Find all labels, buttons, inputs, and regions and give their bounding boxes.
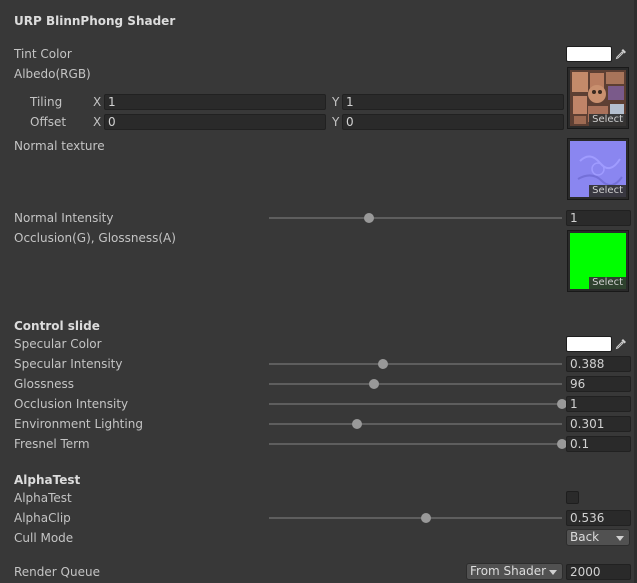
occlusion-label: Occlusion(G), Glossness(A) (14, 231, 176, 245)
chevron-down-icon (549, 570, 557, 575)
fresnel-term-label: Fresnel Term (14, 437, 90, 451)
alphatest-checkbox[interactable] (566, 491, 579, 504)
environment-lighting-input[interactable]: 0.301 (566, 416, 631, 432)
alphaclip-label: AlphaClip (14, 511, 71, 525)
render-queue-dropdown[interactable]: From Shader (466, 563, 563, 580)
environment-lighting-label: Environment Lighting (14, 417, 143, 431)
tint-color-swatch[interactable] (566, 46, 612, 62)
environment-lighting-slider-track[interactable] (269, 423, 562, 425)
albedo-label: Albedo(RGB) (14, 67, 91, 81)
specular-intensity-slider-track[interactable] (269, 363, 562, 365)
tiling-y-label: Y (332, 95, 340, 109)
alphaclip-slider-track[interactable] (269, 517, 562, 519)
render-queue-dropdown-value: From Shader (470, 564, 547, 578)
render-queue-input[interactable]: 2000 (566, 564, 631, 580)
cull-mode-dropdown[interactable]: Back (566, 529, 630, 546)
glossness-input[interactable]: 96 (566, 376, 631, 392)
tiling-y-input[interactable]: 1 (342, 94, 564, 110)
occlusion-intensity-input[interactable]: 1 (566, 396, 631, 412)
specular-intensity-input[interactable]: 0.388 (566, 356, 631, 372)
alphaclip-input[interactable]: 0.536 (566, 510, 631, 526)
alphatest-label: AlphaTest (14, 491, 72, 505)
eyedropper-icon[interactable] (612, 46, 630, 62)
glossness-slider-thumb[interactable] (369, 379, 380, 389)
tiling-x-label: X (93, 95, 102, 109)
tiling-label: Tiling (30, 95, 63, 109)
fresnel-term-slider-track[interactable] (269, 443, 562, 445)
environment-lighting-slider-thumb[interactable] (352, 419, 363, 429)
albedo-select-button[interactable]: Select (589, 114, 626, 126)
cull-mode-label: Cull Mode (14, 531, 74, 545)
page-title: URP BlinnPhong Shader (14, 14, 176, 28)
fresnel-term-input[interactable]: 0.1 (566, 436, 631, 452)
normal-intensity-slider-thumb[interactable] (363, 213, 374, 223)
albedo-texture-slot[interactable]: Select (567, 67, 629, 129)
tint-color-label: Tint Color (14, 47, 72, 61)
offset-y-label: Y (332, 115, 340, 129)
cull-mode-value: Back (570, 530, 600, 544)
occlusion-texture-slot[interactable]: Select (567, 230, 629, 292)
normal-texture-slot[interactable]: Select (567, 138, 629, 200)
alphatest-header: AlphaTest (14, 473, 81, 487)
occlusion-intensity-slider-track[interactable] (269, 403, 562, 405)
specular-intensity-label: Specular Intensity (14, 357, 123, 371)
occlusion-intensity-label: Occlusion Intensity (14, 397, 129, 411)
offset-x-label: X (93, 115, 102, 129)
specular-color-label: Specular Color (14, 337, 102, 351)
alphaclip-slider-thumb[interactable] (421, 513, 432, 523)
offset-x-input[interactable]: 0 (104, 114, 326, 130)
normal-texture-label: Normal texture (14, 139, 105, 153)
glossness-slider-track[interactable] (269, 383, 562, 385)
control-slide-header: Control slide (14, 319, 100, 333)
offset-label: Offset (30, 115, 67, 129)
glossness-label: Glossness (14, 377, 74, 391)
normal-select-button[interactable]: Select (589, 185, 626, 197)
offset-y-input[interactable]: 0 (342, 114, 564, 130)
tiling-x-input[interactable]: 1 (104, 94, 326, 110)
normal-intensity-input[interactable]: 1 (566, 210, 631, 226)
normal-intensity-label: Normal Intensity (14, 211, 114, 225)
occlusion-select-button[interactable]: Select (589, 277, 626, 289)
specular-color-swatch[interactable] (566, 336, 612, 352)
normal-intensity-slider-track[interactable] (269, 217, 562, 219)
render-queue-label: Render Queue (14, 565, 100, 579)
chevron-down-icon (616, 536, 624, 541)
specular-intensity-slider-thumb[interactable] (377, 359, 388, 369)
eyedropper-icon[interactable] (612, 336, 630, 352)
